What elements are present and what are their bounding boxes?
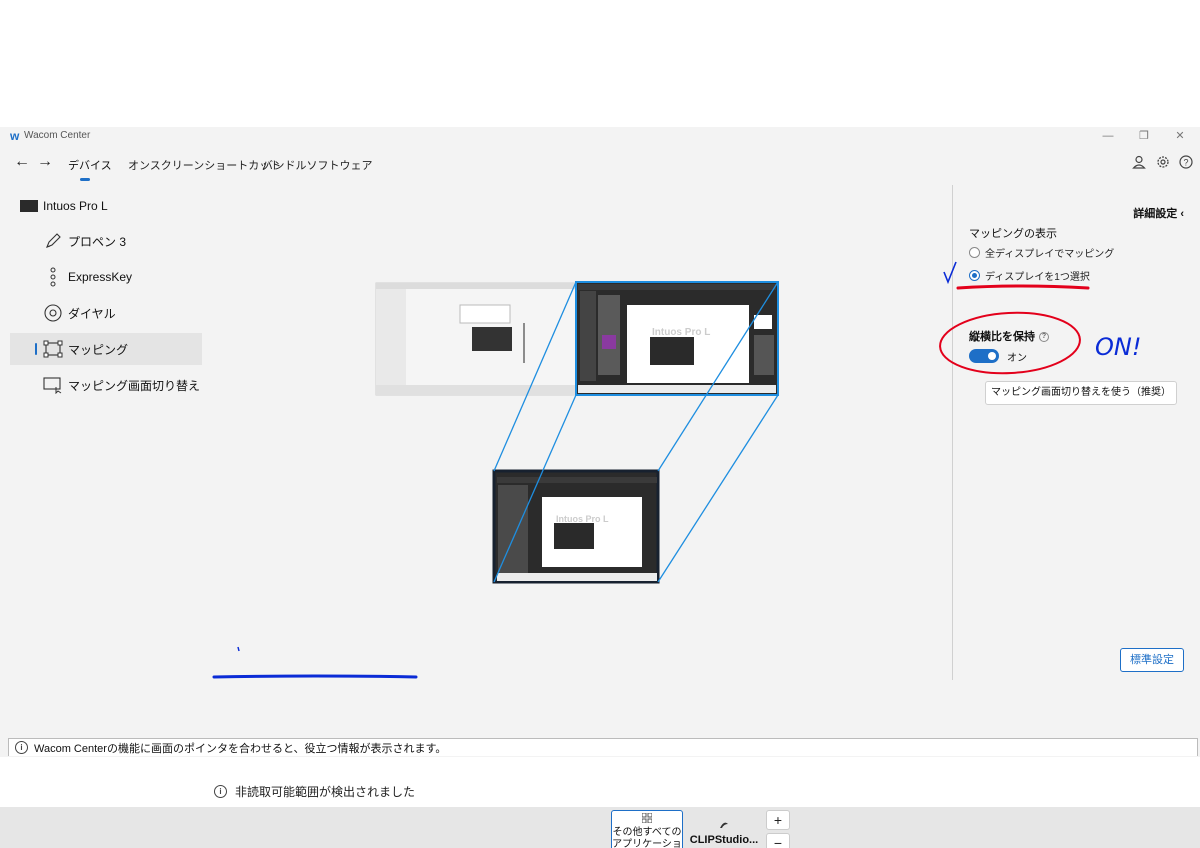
checkmark-annotation bbox=[943, 261, 957, 285]
handwritten-annotations: ON! bbox=[212, 261, 1141, 679]
red-circle-annotation bbox=[939, 311, 1081, 375]
handwritten-on-text: ON! bbox=[1095, 333, 1141, 361]
blue-tick-annotation bbox=[237, 646, 240, 652]
red-underline-annotation bbox=[956, 284, 1090, 290]
blue-underline-annotation bbox=[212, 674, 418, 679]
